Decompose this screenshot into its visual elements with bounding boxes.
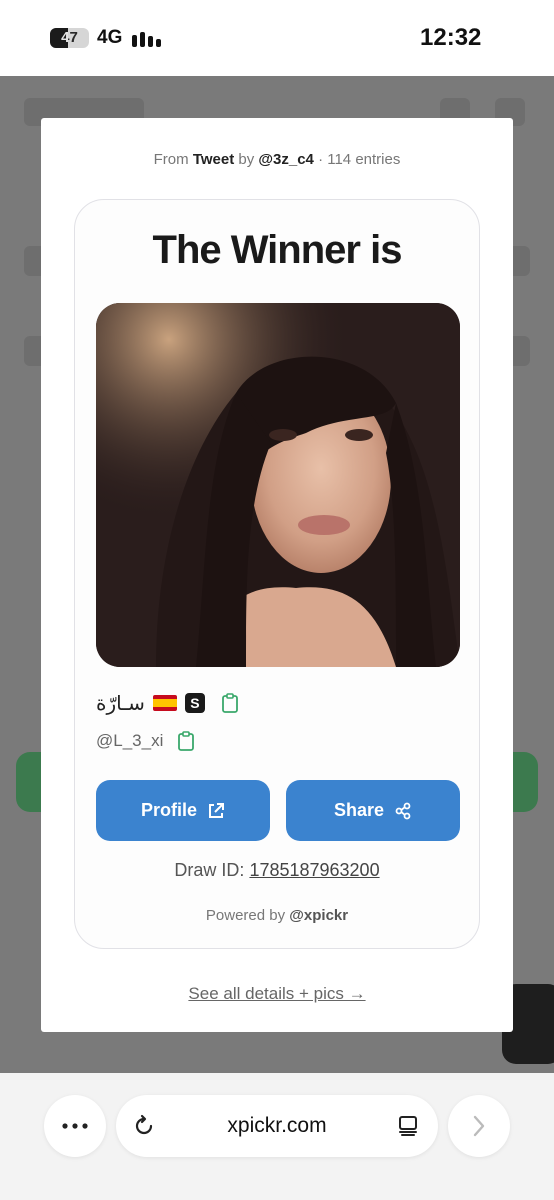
winner-photo — [96, 303, 460, 667]
clipboard-icon[interactable] — [177, 731, 195, 751]
forward-button[interactable] — [448, 1095, 510, 1157]
more-button[interactable] — [44, 1095, 106, 1157]
ellipsis-icon — [62, 1123, 88, 1129]
winner-handle: @L_3_xi — [96, 731, 164, 750]
profile-button[interactable]: Profile — [96, 780, 270, 841]
external-link-icon — [209, 802, 224, 818]
draw-id-label: Draw ID: — [174, 860, 245, 880]
profile-button-label: Profile — [140, 800, 197, 820]
winner-modal: From Tweet by @3z_c4 · 114 entries The W… — [41, 118, 513, 1032]
battery-icon: 47 — [50, 28, 89, 48]
url-text: xpickr.com — [227, 1114, 327, 1137]
clock: 12:32 — [420, 24, 482, 51]
tabs-icon[interactable] — [396, 1114, 420, 1138]
share-button[interactable]: Share — [286, 780, 460, 841]
winner-name: سـارّة — [96, 692, 145, 715]
clipboard-icon[interactable] — [221, 693, 239, 713]
entries-count: · 114 entries — [318, 151, 401, 168]
browser-toolbar: xpickr.com — [0, 1073, 554, 1200]
address-bar[interactable]: xpickr.com — [116, 1095, 438, 1157]
spain-flag-icon — [152, 695, 177, 711]
powered-by: Powered by @xpickr — [75, 907, 479, 924]
source-author: @3z_c4 — [258, 151, 314, 168]
winner-title: The Winner is — [152, 228, 403, 272]
draw-id: Draw ID: 1785187963200 — [75, 860, 479, 881]
battery-level: 47 — [61, 29, 78, 46]
source-prefix: From — [153, 151, 189, 168]
source-line: From Tweet by @3z_c4 · 114 entries — [41, 151, 513, 168]
signal-bars-icon — [132, 29, 162, 47]
source-by: by — [238, 151, 255, 168]
winner-name-row: سـارّة S — [96, 690, 239, 716]
status-bar: 47 4G 12:32 — [0, 0, 554, 76]
share-icon — [395, 802, 411, 819]
s-badge-icon: S — [184, 693, 205, 713]
see-details-link[interactable]: See all details + pics → — [41, 984, 513, 1004]
winner-card: The Winner is سـارّة S @L_3_xi Profile S… — [74, 199, 480, 949]
powered-prefix: Powered by — [205, 907, 286, 924]
winner-handle-row: @L_3_xi — [96, 728, 195, 754]
chevron-right-icon — [473, 1115, 485, 1137]
draw-id-link[interactable]: 1785187963200 — [249, 860, 379, 880]
network-type: 4G — [97, 27, 123, 48]
share-button-label: Share — [333, 800, 385, 820]
powered-brand[interactable]: @xpickr — [289, 907, 348, 924]
source-platform: Tweet — [192, 151, 235, 168]
